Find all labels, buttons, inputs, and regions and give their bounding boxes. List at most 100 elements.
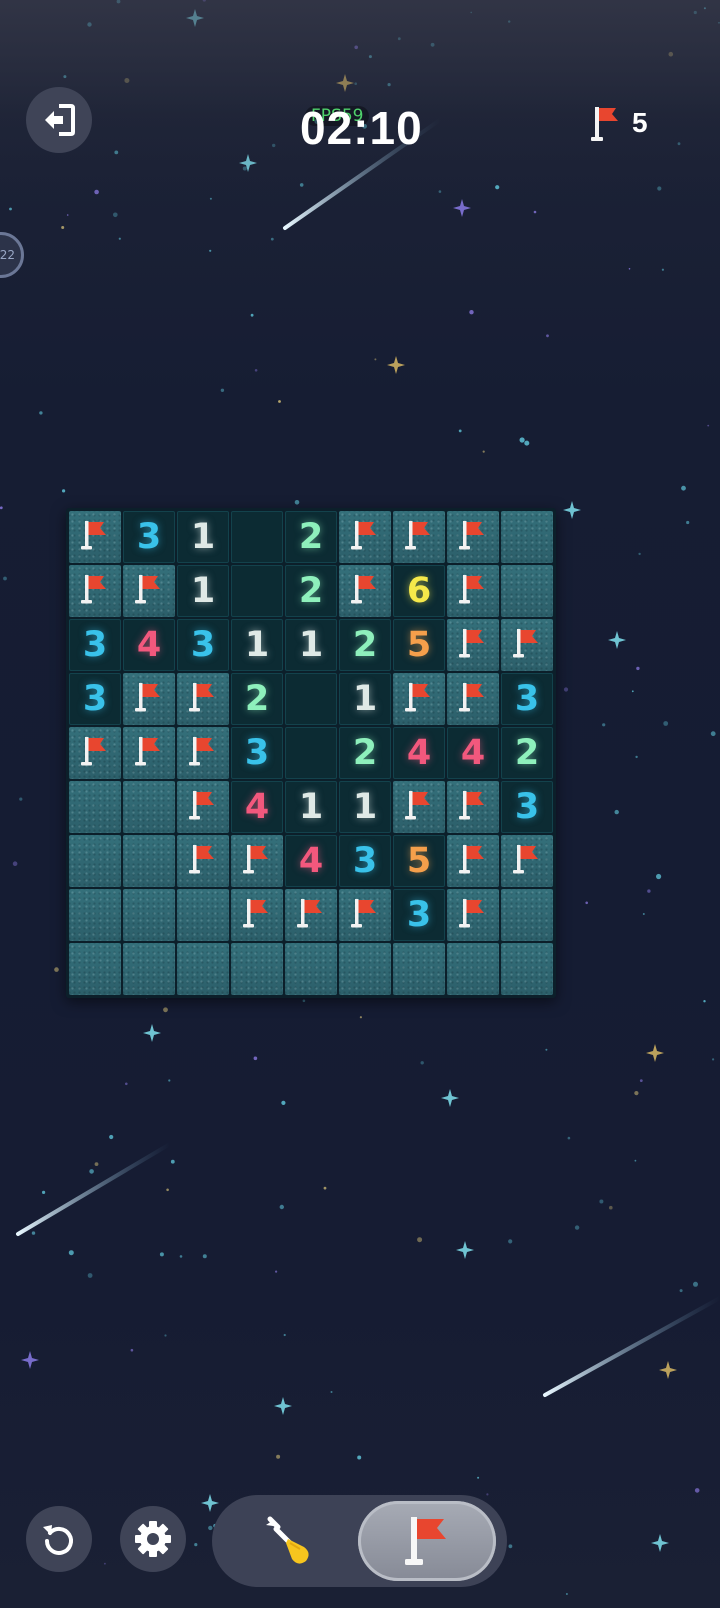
number-cell[interactable]: 3: [69, 673, 121, 725]
dig-tool-button[interactable]: [258, 1511, 322, 1575]
empty-cell[interactable]: [285, 727, 337, 779]
flagged-cell[interactable]: [177, 781, 229, 833]
flag-icon: [404, 680, 434, 718]
number-cell[interactable]: 4: [123, 619, 175, 671]
flagged-cell[interactable]: [285, 889, 337, 941]
number-cell[interactable]: 2: [285, 565, 337, 617]
flagged-cell[interactable]: [447, 673, 499, 725]
covered-cell[interactable]: [69, 835, 121, 887]
cell-number: 1: [190, 516, 216, 557]
flagged-cell[interactable]: [339, 511, 391, 563]
flagged-cell[interactable]: [447, 835, 499, 887]
number-cell[interactable]: 3: [339, 835, 391, 887]
covered-cell[interactable]: [285, 943, 337, 995]
settings-button[interactable]: [120, 1506, 186, 1572]
covered-cell[interactable]: [69, 781, 121, 833]
flagged-cell[interactable]: [177, 835, 229, 887]
cell-number: 3: [82, 624, 108, 665]
covered-cell[interactable]: [501, 889, 553, 941]
number-cell[interactable]: 1: [177, 511, 229, 563]
cell-number: 3: [406, 894, 432, 935]
number-cell[interactable]: 3: [231, 727, 283, 779]
flagged-cell[interactable]: [447, 565, 499, 617]
flagged-cell[interactable]: [447, 511, 499, 563]
number-cell[interactable]: 1: [285, 781, 337, 833]
covered-cell[interactable]: [123, 835, 175, 887]
number-cell[interactable]: 4: [393, 727, 445, 779]
covered-cell[interactable]: [501, 943, 553, 995]
covered-cell[interactable]: [69, 889, 121, 941]
flagged-cell[interactable]: [69, 727, 121, 779]
covered-cell[interactable]: [123, 781, 175, 833]
flagged-cell[interactable]: [501, 619, 553, 671]
flagged-cell[interactable]: [393, 673, 445, 725]
flag-icon: [296, 896, 326, 934]
cell-number: 1: [190, 570, 216, 611]
number-cell[interactable]: 3: [69, 619, 121, 671]
flagged-cell[interactable]: [69, 565, 121, 617]
flagged-cell[interactable]: [447, 781, 499, 833]
flagged-cell[interactable]: [447, 619, 499, 671]
flagged-cell[interactable]: [447, 889, 499, 941]
number-cell[interactable]: 3: [123, 511, 175, 563]
shovel-icon: [266, 1516, 309, 1564]
number-cell[interactable]: 3: [177, 619, 229, 671]
number-cell[interactable]: 2: [231, 673, 283, 725]
covered-cell[interactable]: [177, 889, 229, 941]
flagged-cell[interactable]: [339, 889, 391, 941]
number-cell[interactable]: 4: [231, 781, 283, 833]
number-cell[interactable]: 4: [285, 835, 337, 887]
number-cell[interactable]: 4: [447, 727, 499, 779]
flagged-cell[interactable]: [177, 673, 229, 725]
cell-number: 2: [298, 516, 324, 557]
cell-number: 2: [514, 732, 540, 773]
covered-cell[interactable]: [447, 943, 499, 995]
flagged-cell[interactable]: [231, 889, 283, 941]
flagged-cell[interactable]: [177, 727, 229, 779]
empty-cell[interactable]: [285, 673, 337, 725]
flag-icon: [458, 788, 488, 826]
covered-cell[interactable]: [501, 511, 553, 563]
number-cell[interactable]: 1: [177, 565, 229, 617]
covered-cell[interactable]: [393, 943, 445, 995]
number-cell[interactable]: 6: [393, 565, 445, 617]
flag-icon: [458, 518, 488, 556]
number-cell[interactable]: 3: [393, 889, 445, 941]
covered-cell[interactable]: [69, 943, 121, 995]
flagged-cell[interactable]: [393, 781, 445, 833]
number-cell[interactable]: 3: [501, 673, 553, 725]
flag-counter: 5: [590, 104, 648, 142]
flagged-cell[interactable]: [393, 511, 445, 563]
number-cell[interactable]: 2: [339, 619, 391, 671]
number-cell[interactable]: 1: [339, 673, 391, 725]
number-cell[interactable]: 1: [285, 619, 337, 671]
covered-cell[interactable]: [501, 565, 553, 617]
empty-cell[interactable]: [231, 511, 283, 563]
empty-cell[interactable]: [231, 565, 283, 617]
flagged-cell[interactable]: [123, 727, 175, 779]
covered-cell[interactable]: [177, 943, 229, 995]
flag-icon: [350, 896, 380, 934]
undo-button[interactable]: [26, 1506, 92, 1572]
number-cell[interactable]: 2: [501, 727, 553, 779]
number-cell[interactable]: 1: [339, 781, 391, 833]
covered-cell[interactable]: [231, 943, 283, 995]
flagged-cell[interactable]: [123, 565, 175, 617]
number-cell[interactable]: 5: [393, 835, 445, 887]
flagged-cell[interactable]: [123, 673, 175, 725]
number-cell[interactable]: 3: [501, 781, 553, 833]
number-cell[interactable]: 1: [231, 619, 283, 671]
number-cell[interactable]: 2: [339, 727, 391, 779]
covered-cell[interactable]: [123, 889, 175, 941]
covered-cell[interactable]: [339, 943, 391, 995]
flagged-cell[interactable]: [231, 835, 283, 887]
exit-button[interactable]: [26, 87, 92, 153]
flagged-cell[interactable]: [69, 511, 121, 563]
covered-cell[interactable]: [123, 943, 175, 995]
number-cell[interactable]: 2: [285, 511, 337, 563]
flagged-cell[interactable]: [501, 835, 553, 887]
flag-icon: [458, 572, 488, 610]
flag-tool-button[interactable]: [358, 1501, 496, 1581]
number-cell[interactable]: 5: [393, 619, 445, 671]
flagged-cell[interactable]: [339, 565, 391, 617]
